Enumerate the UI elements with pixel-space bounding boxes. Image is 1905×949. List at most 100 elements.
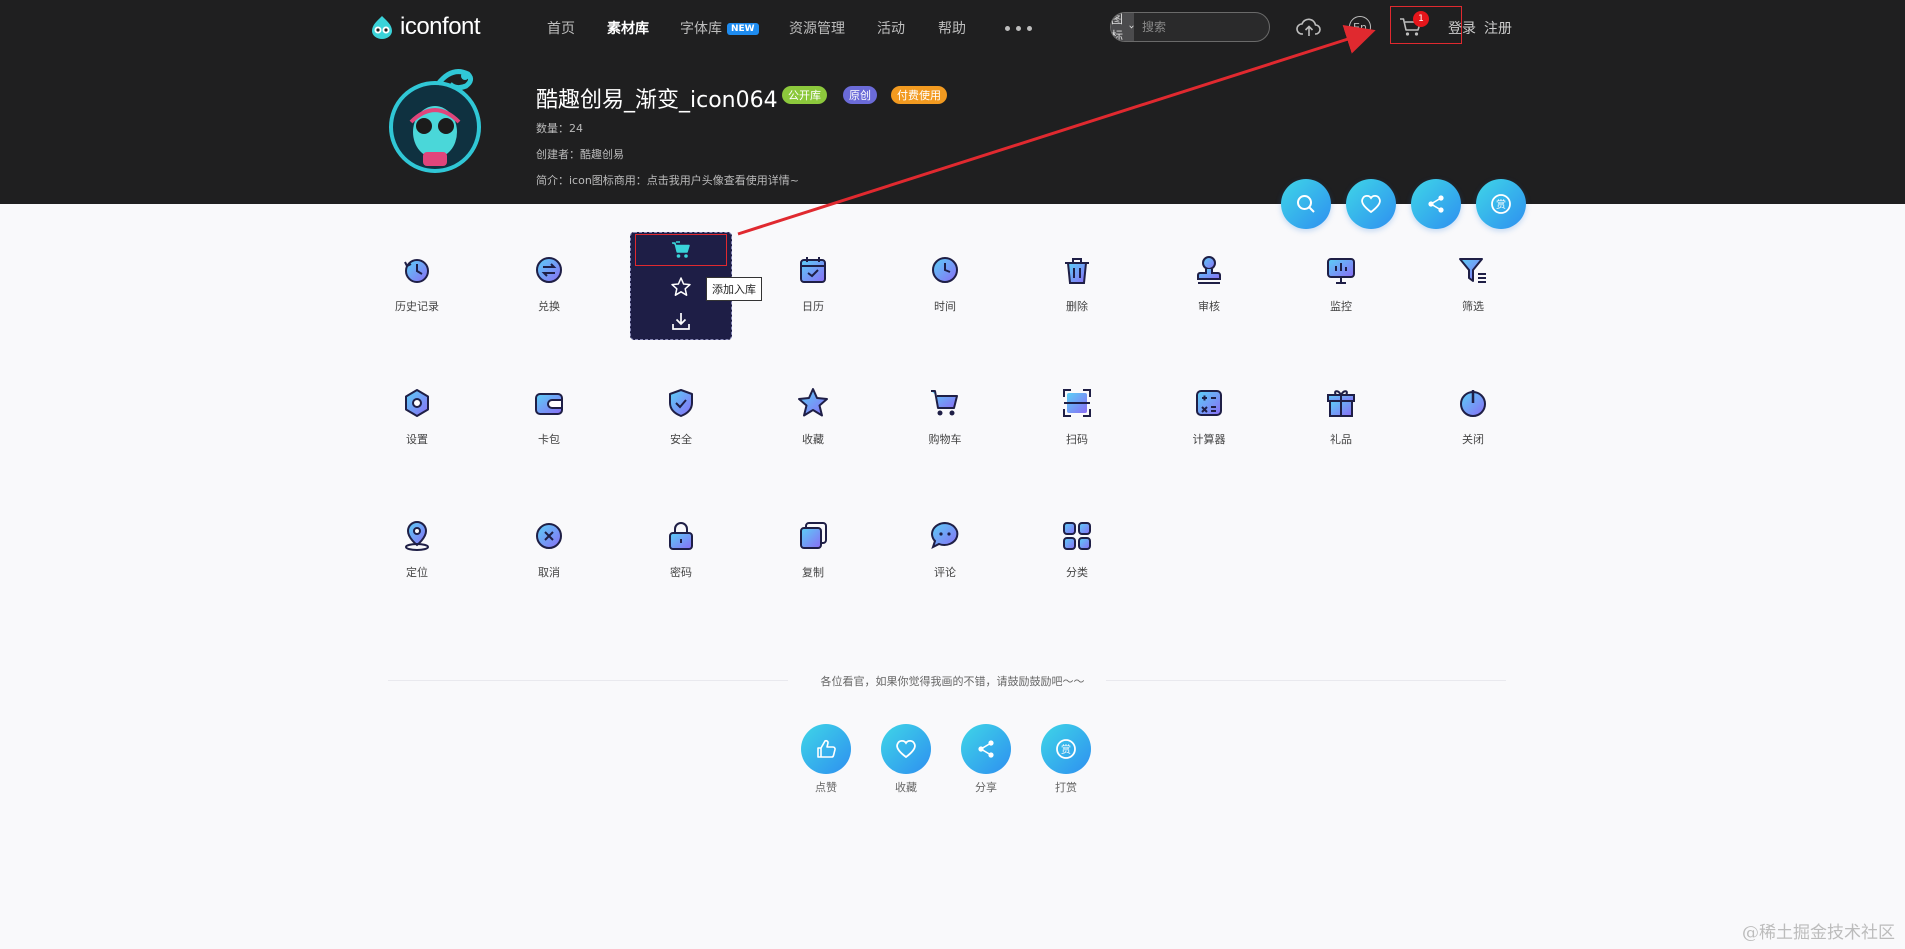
encourage-text: 各位看官，如果你觉得我画的不错，请鼓励鼓励吧～～	[820, 675, 1085, 688]
icon-item[interactable]: 评论	[879, 519, 1011, 619]
icon-item[interactable]: 卡包	[483, 386, 615, 486]
icon-item[interactable]: 删除	[1011, 253, 1143, 353]
icon-label: 关闭	[1462, 433, 1484, 446]
heart-icon	[896, 739, 916, 759]
trash-icon	[1065, 258, 1089, 284]
scan-icon	[1063, 389, 1091, 417]
search-input[interactable]	[1134, 13, 1269, 41]
tag-public: 公开库	[782, 86, 827, 104]
download-icon	[672, 313, 690, 330]
thumbs-up-icon	[817, 739, 836, 758]
nav-home[interactable]: 首页	[547, 18, 575, 38]
reward-icon: 赏	[1491, 194, 1511, 214]
like-circle	[801, 724, 851, 774]
icon-label: 卡包	[538, 433, 560, 446]
tag-paid: 付费使用	[891, 86, 947, 104]
icon-item[interactable]: 复制	[747, 519, 879, 619]
icon-item[interactable]: 取消	[483, 519, 615, 619]
icon-count: 数量：24	[536, 122, 583, 135]
icon-item[interactable]: 密码	[615, 519, 747, 619]
icon-label: 密码	[670, 566, 692, 579]
svg-text:赏: 赏	[1061, 744, 1071, 756]
icon-item[interactable]: 扫码	[1011, 386, 1143, 486]
nav-materials[interactable]: 素材库	[607, 18, 649, 38]
icon-label: 日历	[802, 300, 824, 313]
icon-item[interactable]: 筛选	[1407, 253, 1539, 353]
nav-resource-management[interactable]: 资源管理	[789, 18, 845, 38]
new-badge: NEW	[727, 23, 759, 35]
icon-label: 监控	[1330, 300, 1352, 313]
collect-button[interactable]	[665, 272, 697, 302]
cart-icon	[672, 241, 690, 258]
project-title: 酷趣创易_渐变_icon064	[536, 88, 778, 113]
icon-item[interactable]: 分类	[1011, 519, 1143, 619]
register-link[interactable]: 注册	[1484, 18, 1512, 38]
icon-label: 复制	[802, 566, 824, 579]
icon-item[interactable]: 定位	[351, 519, 483, 619]
icon-item[interactable]: 设置	[351, 386, 483, 486]
more-icon[interactable]	[1005, 26, 1032, 31]
add-to-library-tooltip: 添加入库	[706, 277, 762, 301]
share-project-button[interactable]	[1411, 179, 1461, 229]
stamp-icon	[1197, 256, 1221, 284]
description: 简介：icon图标商用：点击我用户头像查看使用详情~	[536, 174, 800, 187]
logo[interactable]: iconfont	[368, 12, 481, 42]
favorite-project-button[interactable]	[1346, 179, 1396, 229]
reward-project-button[interactable]: 赏	[1476, 179, 1526, 229]
cart-count-badge: 1	[1413, 11, 1429, 27]
icon-item[interactable]: 日历	[747, 253, 879, 353]
download-button[interactable]	[665, 306, 697, 336]
icon-label: 审核	[1198, 300, 1220, 313]
logo-icon	[372, 16, 392, 39]
cart-icon	[931, 390, 958, 416]
login-link[interactable]: 登录	[1448, 18, 1476, 38]
upload-button[interactable]	[1294, 12, 1324, 42]
comment-icon	[931, 521, 959, 549]
icon-item[interactable]: 审核	[1143, 253, 1275, 353]
watermark: @稀土掘金技术社区	[1742, 923, 1895, 943]
settings-icon	[405, 389, 429, 417]
collect-label: 收藏	[895, 781, 917, 794]
icon-item[interactable]: 礼品	[1275, 386, 1407, 486]
history-icon	[404, 259, 429, 283]
icon-item[interactable]: 历史记录	[351, 253, 483, 353]
share-icon	[978, 740, 994, 758]
clock-icon	[932, 257, 958, 283]
nav-help[interactable]: 帮助	[938, 18, 966, 38]
reward-button[interactable]: 赏 打赏	[1040, 724, 1092, 795]
nav-fonts[interactable]: 字体库 NEW	[680, 18, 759, 38]
icon-label: 时间	[934, 300, 956, 313]
like-button[interactable]: 点赞	[800, 724, 852, 795]
search-project-button[interactable]	[1281, 179, 1331, 229]
location-icon	[405, 520, 429, 551]
icon-label: 定位	[406, 566, 428, 579]
icon-item[interactable]: 购物车	[879, 386, 1011, 486]
search-type-select[interactable]: 图标	[1111, 12, 1135, 42]
icon-item[interactable]: 计算器	[1143, 386, 1275, 486]
icon-item[interactable]: 时间	[879, 253, 1011, 353]
icon-item[interactable]: 安全	[615, 386, 747, 486]
gift-icon	[1327, 390, 1355, 417]
share-button[interactable]: 分享	[960, 724, 1012, 795]
icon-label: 评论	[934, 566, 956, 579]
add-to-cart-button[interactable]	[635, 234, 727, 266]
cloud-upload-icon	[1296, 18, 1321, 36]
search-type-label: 图标	[1111, 12, 1124, 42]
icon-item[interactable]: 监控	[1275, 253, 1407, 353]
nav-activities[interactable]: 活动	[877, 18, 905, 38]
icon-label: 购物车	[928, 433, 962, 446]
language-label: En	[1349, 16, 1371, 38]
shield-icon	[669, 389, 693, 417]
icon-item[interactable]: 关闭	[1407, 386, 1539, 486]
collect-set-button[interactable]: 收藏	[880, 724, 932, 795]
svg-text:赏: 赏	[1496, 199, 1506, 211]
language-button[interactable]: En	[1345, 12, 1375, 42]
share-circle	[961, 724, 1011, 774]
tag-original: 原创	[843, 86, 877, 104]
exchange-icon	[536, 257, 562, 283]
avatar[interactable]	[380, 62, 490, 182]
icon-item[interactable]: 兑换	[483, 253, 615, 353]
icon-label: 设置	[406, 433, 428, 446]
icon-item[interactable]: 收藏	[747, 386, 879, 486]
top-navigation: iconfont 首页 素材库 字体库NEW 资源管理 活动 帮助 图标 En …	[0, 0, 1905, 54]
